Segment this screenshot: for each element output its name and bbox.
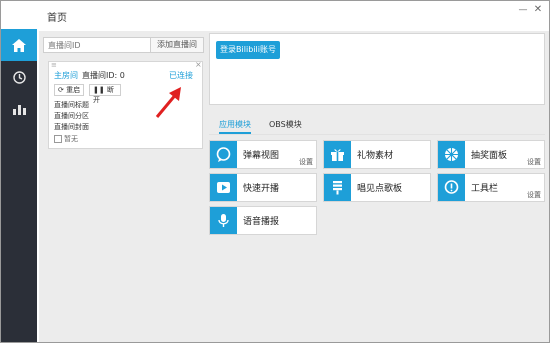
reconnect-label: 重启 [66, 86, 81, 94]
tab-obs-modules[interactable]: OBS模块 [269, 119, 302, 130]
refresh-icon: ⟳ [58, 86, 64, 94]
sidebar-item-history[interactable] [1, 61, 37, 93]
cover-alt-text: 暂无 [64, 135, 78, 143]
sidebar-item-stats[interactable] [1, 93, 37, 125]
sidebar [1, 29, 37, 342]
module-label: 语音播报 [243, 217, 280, 227]
module-label: 工具栏 [471, 184, 499, 194]
list-icon [333, 181, 342, 195]
module-label: 唱见点歌板 [357, 184, 403, 194]
clock-icon [12, 70, 26, 84]
close-button[interactable]: ✕ [532, 4, 544, 16]
annotation-arrow [155, 87, 181, 118]
module-settings-link[interactable]: 设置 [527, 157, 541, 167]
gift-icon [331, 149, 344, 161]
room-close-icon[interactable]: × [195, 60, 202, 69]
play-icon [217, 182, 230, 193]
module-voice-broadcast[interactable]: 语音播报 [209, 206, 317, 235]
tab-app-modules[interactable]: 应用模块 [219, 119, 251, 134]
module-gift-assets[interactable]: 礼物素材 [323, 140, 431, 169]
room-id-input[interactable] [43, 37, 151, 53]
module-settings-link[interactable]: 设置 [299, 157, 313, 167]
pause-icon: ❚❚ [93, 86, 105, 94]
module-quick-live[interactable]: 快速开播 [209, 173, 317, 202]
room-cover-label: 直播间封面 [54, 123, 89, 131]
module-lottery-panel[interactable]: 抽奖面板 设置 [437, 140, 545, 169]
module-label: 礼物素材 [357, 151, 394, 161]
main-room-label: 主房间 [54, 71, 78, 80]
bilibili-login-button[interactable]: 登录Bilibili账号 [216, 41, 280, 59]
add-room-button[interactable]: 添加直播间 [151, 37, 204, 53]
room-cover-image: 暂无 [54, 134, 78, 144]
page-title: 首页 [47, 13, 67, 24]
connection-status: 已连接 [169, 71, 193, 80]
module-label: 快速开播 [243, 184, 280, 194]
module-danmaku-view[interactable]: 弹幕视图 设置 [209, 140, 317, 169]
home-icon [12, 38, 26, 52]
toolbar-icon [444, 180, 459, 194]
title-bar: 首页 — ✕ [1, 1, 549, 29]
module-toolbar[interactable]: 工具栏 设置 [437, 173, 545, 202]
broken-image-icon [54, 135, 62, 143]
reconnect-button[interactable]: ⟳ 重启 [54, 84, 84, 96]
room-id-label: 直播间ID: 0 [82, 71, 125, 80]
microphone-icon [218, 214, 229, 227]
minimize-button[interactable]: — [517, 4, 529, 16]
drag-handle-icon[interactable]: ≡ [51, 61, 57, 69]
module-settings-link[interactable]: 设置 [527, 190, 541, 200]
room-title-label: 直播间标题 [54, 101, 89, 109]
app-window: 首页 — ✕ 添加直播间 ≡ × 主房间 直播间 [0, 0, 550, 343]
chat-bubble-icon [216, 147, 231, 162]
module-tabs: 应用模块 OBS模块 [209, 117, 545, 135]
bar-chart-icon [12, 105, 26, 115]
login-panel: 登录Bilibili账号 [209, 33, 545, 105]
module-song-board[interactable]: 唱见点歌板 [323, 173, 431, 202]
room-area-label: 直播间分区 [54, 112, 89, 120]
prize-wheel-icon [445, 148, 458, 161]
module-label: 抽奖面板 [471, 151, 508, 161]
sidebar-item-home[interactable] [1, 29, 37, 61]
disconnect-button[interactable]: ❚❚ 断开 [89, 84, 121, 104]
module-label: 弹幕视图 [243, 151, 280, 161]
